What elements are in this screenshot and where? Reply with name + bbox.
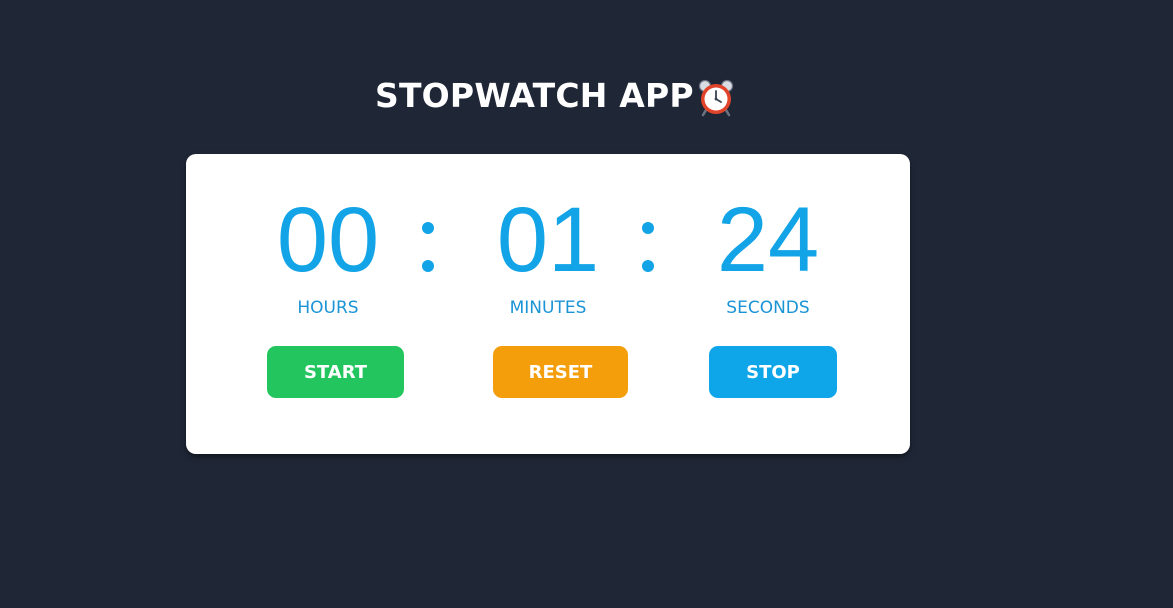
minutes-label: MINUTES [509,298,587,318]
hours-minutes-separator [419,212,439,276]
minutes-display: 01 [496,189,600,291]
app-header: STOPWATCH APP [375,76,736,117]
minutes-seconds-separator [639,212,659,276]
stop-button[interactable]: STOP [709,346,837,398]
seconds-label: SECONDS [726,298,810,318]
page-title: STOPWATCH APP [375,76,694,115]
hours-label: HOURS [297,298,359,318]
start-button[interactable]: START [267,346,404,398]
hours-display: 00 [276,189,380,291]
seconds-display: 24 [716,189,820,291]
reset-button[interactable]: RESET [493,346,628,398]
alarm-clock-icon [696,77,736,117]
